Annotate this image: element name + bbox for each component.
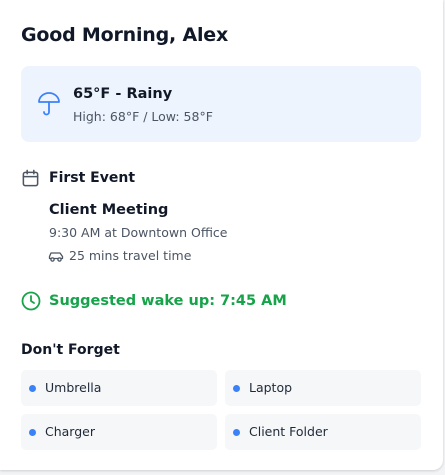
weather-high-low: High: 68°F / Low: 58°F: [73, 109, 213, 124]
reminder-item-charger: Charger: [21, 414, 217, 450]
greeting-title: Good Morning, Alex: [21, 24, 229, 46]
bullet-dot: [29, 429, 36, 436]
morning-briefing-card: Good Morning, Alex 65°F - Rainy High: 68…: [0, 0, 443, 470]
reminder-label: Umbrella: [45, 380, 102, 395]
umbrella-icon: [38, 92, 60, 116]
clock-icon: [21, 291, 41, 311]
first-event-heading: First Event: [49, 170, 136, 186]
bullet-dot: [233, 385, 240, 392]
reminder-item-client-folder: Client Folder: [225, 414, 421, 450]
weather-summary: 65°F - Rainy: [73, 86, 173, 102]
reminder-item-umbrella: Umbrella: [21, 370, 217, 406]
bullet-dot: [29, 385, 36, 392]
bullet-dot: [233, 429, 240, 436]
reminder-label: Client Folder: [249, 424, 328, 439]
suggested-wake-up: Suggested wake up: 7:45 AM: [49, 293, 287, 309]
travel-time: 25 mins travel time: [69, 248, 192, 263]
car-icon: [48, 252, 64, 262]
calendar-icon: [22, 169, 39, 187]
event-title: Client Meeting: [49, 202, 169, 218]
reminder-item-laptop: Laptop: [225, 370, 421, 406]
reminder-label: Charger: [45, 424, 95, 439]
weather-panel: 65°F - Rainy High: 68°F / Low: 58°F: [21, 66, 421, 142]
event-time-location: 9:30 AM at Downtown Office: [49, 225, 228, 240]
dont-forget-heading: Don't Forget: [21, 342, 120, 358]
reminder-label: Laptop: [249, 380, 293, 395]
